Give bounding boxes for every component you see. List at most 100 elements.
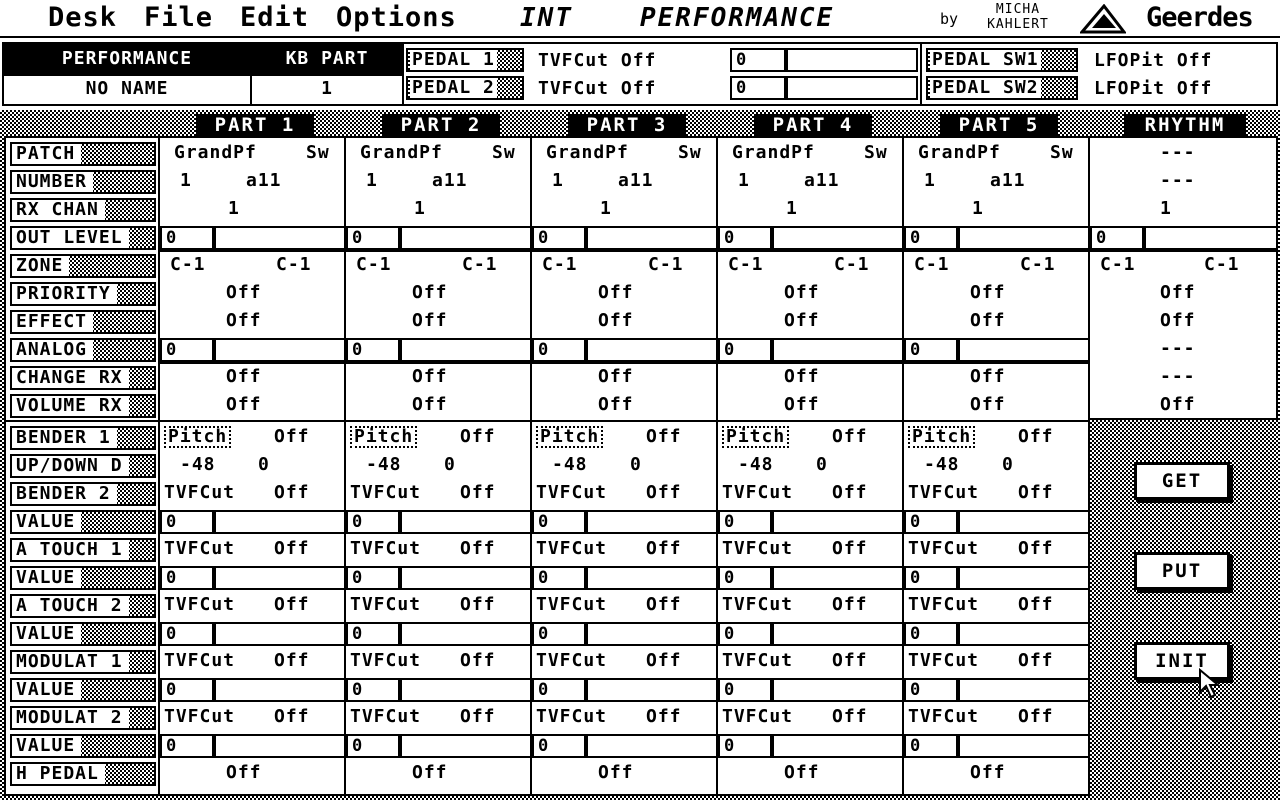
part2-atouch2-off[interactable]: Off [460, 594, 496, 616]
part5-modulat1-dest[interactable]: TVFCut [908, 650, 979, 672]
part5-updown-up[interactable]: 0 [1002, 454, 1014, 476]
part5-volume-rx[interactable]: Off [970, 394, 1006, 416]
part2-atouch1-off[interactable]: Off [460, 538, 496, 560]
part1-modulat2-off[interactable]: Off [274, 706, 310, 728]
part2-volume-rx[interactable]: Off [412, 394, 448, 416]
part2-bender2-dest[interactable]: TVFCut [350, 482, 421, 504]
pedal1-slider[interactable]: 0 [730, 48, 918, 72]
pedal1-value[interactable]: TVFCut Off [538, 50, 656, 72]
part4-priority[interactable]: Off [784, 282, 820, 304]
part2-bender1-pitch[interactable]: Pitch [350, 426, 418, 448]
part3-modulat1-dest[interactable]: TVFCut [536, 650, 607, 672]
part3-modulat1-value-slider[interactable]: 0 [532, 678, 718, 702]
part4-atouch2-off[interactable]: Off [832, 594, 868, 616]
part5-patch-sw[interactable]: Sw [1050, 142, 1074, 164]
part3-atouch2-value-slider[interactable]: 0 [532, 622, 718, 646]
part2-modulat1-off[interactable]: Off [460, 650, 496, 672]
part2-atouch2-dest[interactable]: TVFCut [350, 594, 421, 616]
part3-bender2-off[interactable]: Off [646, 482, 682, 504]
part1-bender2-dest[interactable]: TVFCut [164, 482, 235, 504]
part1-bender2-value-slider[interactable]: 0 [160, 510, 346, 534]
part4-hpedal[interactable]: Off [784, 762, 820, 784]
rhythm-patch[interactable]: --- [1160, 142, 1196, 164]
part3-modulat2-dest[interactable]: TVFCut [536, 706, 607, 728]
kb-part-value[interactable]: 1 [252, 78, 402, 100]
part1-patch-sw[interactable]: Sw [306, 142, 330, 164]
part4-atouch2-dest[interactable]: TVFCut [722, 594, 793, 616]
part1-modulat2-dest[interactable]: TVFCut [164, 706, 235, 728]
part4-analog-slider[interactable]: 0 [718, 338, 904, 362]
part5-atouch1-dest[interactable]: TVFCut [908, 538, 979, 560]
part3-volume-rx[interactable]: Off [598, 394, 634, 416]
part1-modulat2-value-slider[interactable]: 0 [160, 734, 346, 758]
part1-atouch2-dest[interactable]: TVFCut [164, 594, 235, 616]
part2-modulat2-value-slider[interactable]: 0 [346, 734, 532, 758]
rhythm-zone-lo[interactable]: C-1 [1100, 254, 1136, 276]
part4-atouch2-value-slider[interactable]: 0 [718, 622, 904, 646]
part1-bender1-off[interactable]: Off [274, 426, 310, 448]
part5-effect[interactable]: Off [970, 310, 1006, 332]
part3-modulat2-off[interactable]: Off [646, 706, 682, 728]
part3-zone-hi[interactable]: C-1 [648, 254, 684, 276]
rhythm-analog[interactable]: --- [1160, 338, 1196, 360]
part5-number-bank[interactable]: 1 [924, 170, 936, 192]
part1-number-bank[interactable]: 1 [180, 170, 192, 192]
part4-modulat1-dest[interactable]: TVFCut [722, 650, 793, 672]
part5-number-group[interactable]: a11 [990, 170, 1026, 192]
part4-modulat2-dest[interactable]: TVFCut [722, 706, 793, 728]
part3-atouch1-dest[interactable]: TVFCut [536, 538, 607, 560]
part5-modulat2-dest[interactable]: TVFCut [908, 706, 979, 728]
part1-updown-down[interactable]: -48 [180, 454, 216, 476]
part4-updown-up[interactable]: 0 [816, 454, 828, 476]
part1-out-level-slider[interactable]: 0 [160, 226, 346, 250]
part5-bender1-pitch[interactable]: Pitch [908, 426, 976, 448]
part5-modulat2-off[interactable]: Off [1018, 706, 1054, 728]
part5-priority[interactable]: Off [970, 282, 1006, 304]
part1-rx-chan[interactable]: 1 [228, 198, 240, 220]
part3-number-bank[interactable]: 1 [552, 170, 564, 192]
part5-bender2-dest[interactable]: TVFCut [908, 482, 979, 504]
part1-atouch2-value-slider[interactable]: 0 [160, 622, 346, 646]
part1-hpedal[interactable]: Off [226, 762, 262, 784]
part4-atouch1-dest[interactable]: TVFCut [722, 538, 793, 560]
part5-patch-name[interactable]: GrandPf [918, 142, 1001, 164]
part1-number-group[interactable]: a11 [246, 170, 282, 192]
part3-rx-chan[interactable]: 1 [600, 198, 612, 220]
part2-hpedal[interactable]: Off [412, 762, 448, 784]
part1-analog-slider[interactable]: 0 [160, 338, 346, 362]
part4-patch-sw[interactable]: Sw [864, 142, 888, 164]
pedal-sw1-value[interactable]: LFOPit Off [1094, 50, 1212, 72]
rhythm-rx-chan[interactable]: 1 [1160, 198, 1172, 220]
rhythm-change-rx[interactable]: --- [1160, 366, 1196, 388]
part2-zone-hi[interactable]: C-1 [462, 254, 498, 276]
part1-updown-up[interactable]: 0 [258, 454, 270, 476]
part4-effect[interactable]: Off [784, 310, 820, 332]
part1-modulat1-off[interactable]: Off [274, 650, 310, 672]
part2-modulat1-value-slider[interactable]: 0 [346, 678, 532, 702]
part4-number-bank[interactable]: 1 [738, 170, 750, 192]
part2-modulat1-dest[interactable]: TVFCut [350, 650, 421, 672]
part1-zone-lo[interactable]: C-1 [170, 254, 206, 276]
part2-atouch2-value-slider[interactable]: 0 [346, 622, 532, 646]
part5-modulat1-off[interactable]: Off [1018, 650, 1054, 672]
part2-modulat2-off[interactable]: Off [460, 706, 496, 728]
part3-analog-slider[interactable]: 0 [532, 338, 718, 362]
part4-updown-down[interactable]: -48 [738, 454, 774, 476]
menu-desk[interactable]: Desk [48, 2, 117, 34]
part3-updown-up[interactable]: 0 [630, 454, 642, 476]
part3-out-level-slider[interactable]: 0 [532, 226, 718, 250]
part5-hpedal[interactable]: Off [970, 762, 1006, 784]
part1-effect[interactable]: Off [226, 310, 262, 332]
part4-atouch1-off[interactable]: Off [832, 538, 868, 560]
part2-modulat2-dest[interactable]: TVFCut [350, 706, 421, 728]
part5-rx-chan[interactable]: 1 [972, 198, 984, 220]
part1-patch-name[interactable]: GrandPf [174, 142, 257, 164]
part1-change-rx[interactable]: Off [226, 366, 262, 388]
part3-zone-lo[interactable]: C-1 [542, 254, 578, 276]
part1-bender2-off[interactable]: Off [274, 482, 310, 504]
part2-atouch1-dest[interactable]: TVFCut [350, 538, 421, 560]
part2-updown-down[interactable]: -48 [366, 454, 402, 476]
part3-effect[interactable]: Off [598, 310, 634, 332]
part2-bender2-off[interactable]: Off [460, 482, 496, 504]
get-button[interactable]: GET [1134, 462, 1230, 500]
